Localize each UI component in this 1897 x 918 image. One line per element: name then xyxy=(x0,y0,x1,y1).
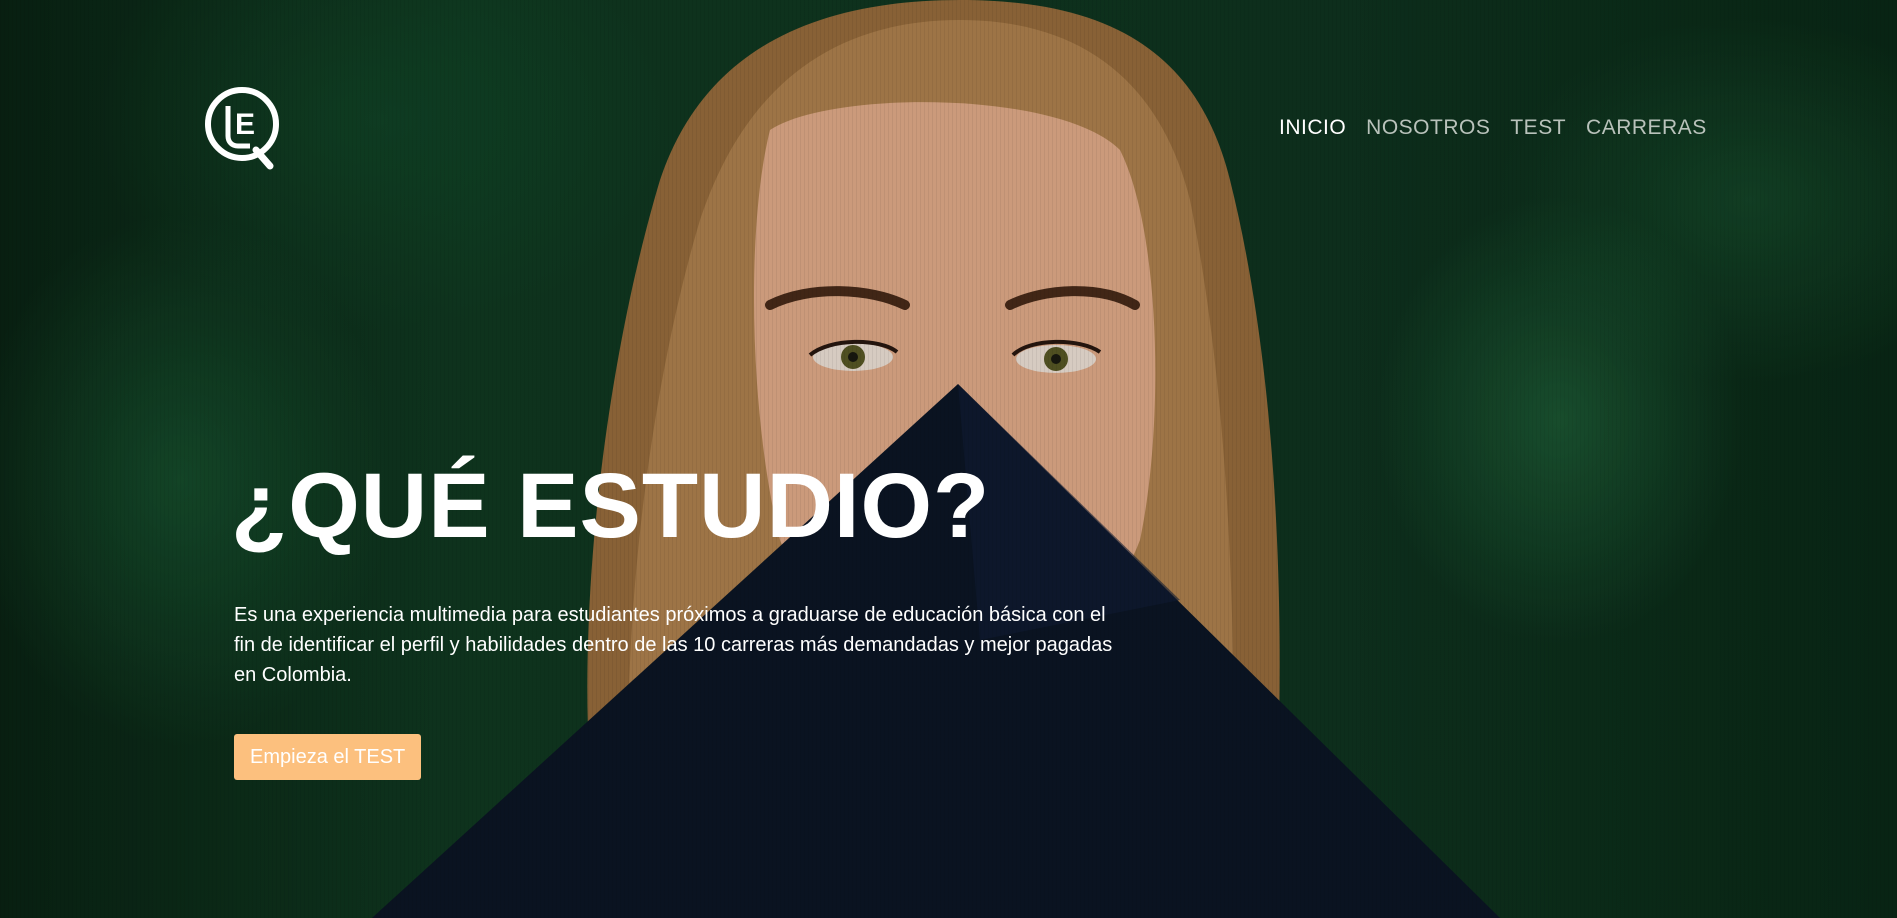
main-nav: INICIO NOSOTROS TEST CARRERAS xyxy=(1279,116,1727,140)
nav-item-inicio[interactable]: INICIO xyxy=(1279,116,1346,140)
nav-item-nosotros[interactable]: NOSOTROS xyxy=(1366,116,1490,140)
nav-item-test[interactable]: TEST xyxy=(1510,116,1566,140)
logo-letter: E xyxy=(235,108,255,141)
hero-description: Es una experiencia multimedia para estud… xyxy=(234,604,1113,686)
start-test-button[interactable]: Empieza el TEST xyxy=(234,734,422,780)
brand-logo[interactable]: E xyxy=(204,84,284,174)
hero-title: ¿QUÉ ESTUDIO? xyxy=(231,455,991,557)
nav-item-carreras[interactable]: CARRERAS xyxy=(1586,116,1707,140)
question-mark-circle-logo-icon: E xyxy=(205,87,279,170)
